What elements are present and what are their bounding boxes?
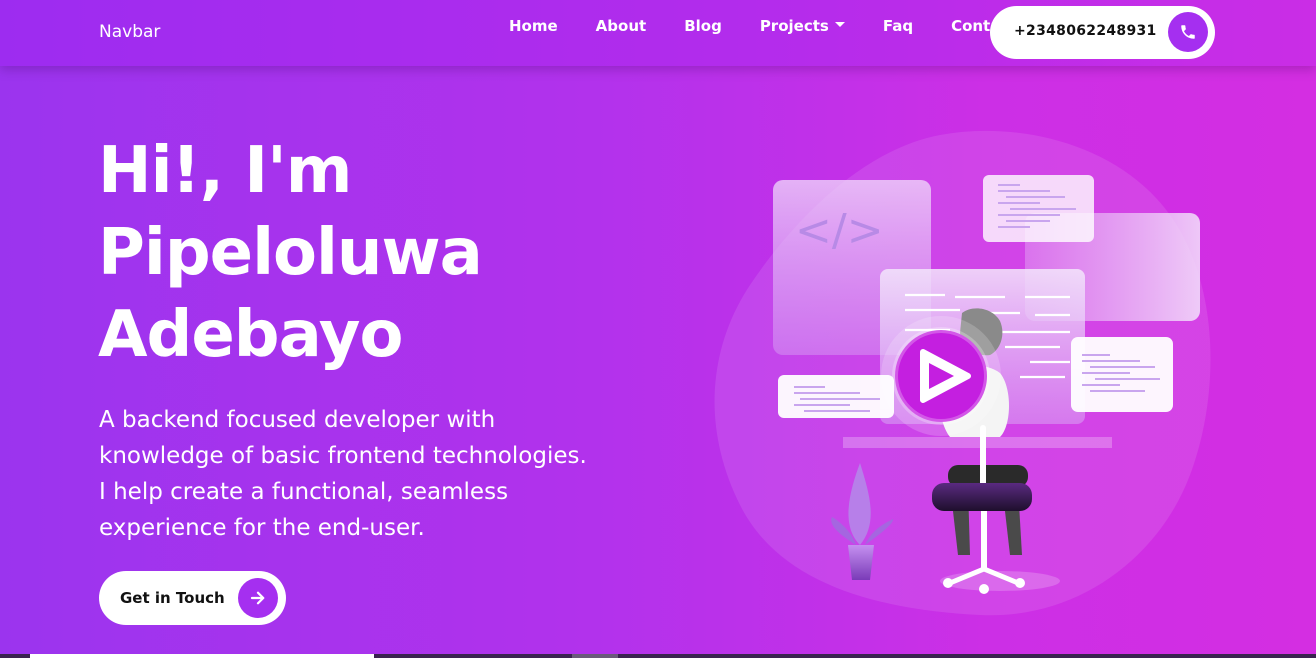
- bottom-strip-segment: [30, 654, 374, 658]
- nav-link-home[interactable]: Home: [490, 17, 577, 35]
- hero-title: Hi!, I'm Pipeloluwa Adebayo: [98, 130, 483, 376]
- nav-link-faq[interactable]: Faq: [864, 17, 932, 35]
- developer-illustration: </>: [700, 125, 1230, 625]
- get-in-touch-label: Get in Touch: [120, 589, 225, 607]
- hero-title-line: Adebayo: [98, 298, 403, 372]
- phone-button[interactable]: +2348062248931: [990, 6, 1215, 59]
- nav-link-projects-dropdown[interactable]: Projects: [741, 17, 864, 35]
- nav-links: Home About Blog Projects Faq Contact: [490, 17, 1035, 35]
- hero-title-line: Pipeloluwa: [98, 216, 483, 290]
- hero-description-line: I help create a functional, seamless: [99, 479, 509, 505]
- hero-description-line: A backend focused developer with: [99, 407, 496, 433]
- navbar-brand[interactable]: Navbar: [99, 22, 160, 42]
- nav-link-blog[interactable]: Blog: [665, 17, 741, 35]
- code-tag-text: </>: [795, 205, 884, 256]
- bottom-strip-segment: [572, 654, 618, 658]
- phone-icon: [1168, 12, 1208, 52]
- bottom-scroll-strip: [0, 654, 1316, 658]
- caret-down-icon: [834, 22, 845, 27]
- hero-description-line: experience for the end-user.: [99, 515, 425, 541]
- phone-number: +2348062248931: [1014, 23, 1157, 39]
- arrow-right-icon: [238, 578, 278, 618]
- nav-link-about[interactable]: About: [577, 17, 666, 35]
- hero-description-line: knowledge of basic frontend technologies…: [99, 443, 587, 469]
- nav-link-projects-label: Projects: [759, 17, 829, 35]
- navbar: Navbar Home About Blog Projects Faq Cont…: [0, 0, 1316, 66]
- get-in-touch-button[interactable]: Get in Touch: [99, 571, 286, 625]
- hero-description: A backend focused developer with knowled…: [99, 402, 659, 546]
- hero-title-line: Hi!, I'm: [98, 134, 352, 208]
